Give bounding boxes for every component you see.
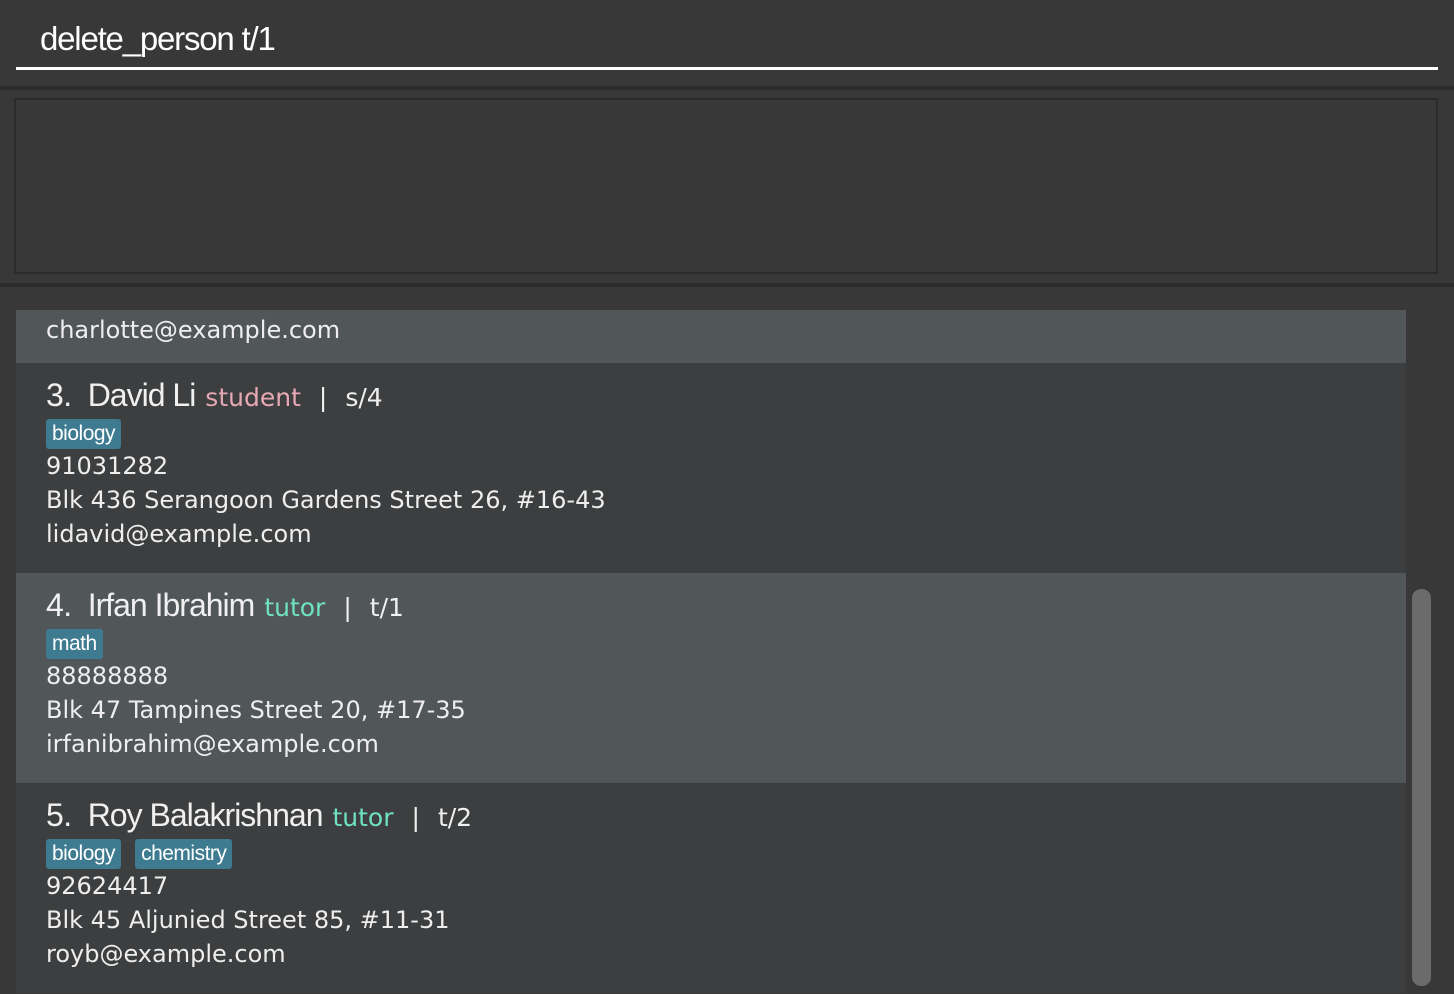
person-code: s/4 (345, 383, 383, 412)
person-header: 5. Roy Balakrishnan tutor | t/2 (46, 797, 1376, 835)
person-address: Blk 45 Aljunied Street 85, #11-31 (46, 906, 450, 934)
result-display[interactable] (14, 98, 1438, 274)
separator: | (318, 383, 328, 412)
person-address: Blk 436 Serangoon Gardens Street 26, #16… (46, 486, 606, 514)
person-email: charlotte@example.com (46, 316, 341, 344)
person-role: tutor (332, 803, 394, 832)
person-header: 3. David Li student | s/4 (46, 377, 1376, 415)
separator: | (411, 803, 420, 832)
person-role: student (205, 383, 301, 412)
person-email: royb@example.com (46, 940, 286, 968)
tag-list: biology chemistry (46, 839, 1376, 869)
divider (0, 283, 1454, 287)
person-header: 4. Irfan Ibrahim tutor | t/1 (46, 587, 1376, 625)
divider (0, 86, 1454, 90)
tag: biology (46, 839, 122, 869)
command-box (0, 0, 1454, 86)
person-card[interactable]: 3. David Li student | s/4 biology 910312… (16, 363, 1406, 573)
person-card[interactable]: charlotte@example.com (16, 310, 1406, 363)
tag: chemistry (135, 839, 233, 869)
person-list[interactable]: charlotte@example.com 3. David Li studen… (16, 310, 1406, 994)
tag-list: math (46, 629, 1376, 659)
person-name: David Li (87, 377, 197, 413)
command-input[interactable] (16, 10, 1438, 70)
person-email: lidavid@example.com (46, 520, 312, 548)
person-phone: 92624417 (46, 872, 169, 900)
person-email: irfanibrahim@example.com (46, 730, 379, 758)
person-index: 4. (46, 587, 72, 623)
tag-list: biology (46, 419, 1376, 449)
person-name: Irfan Ibrahim (87, 587, 256, 623)
scrollbar-thumb[interactable] (1412, 589, 1431, 986)
person-code: t/2 (437, 803, 473, 832)
person-phone: 88888888 (46, 662, 169, 690)
person-index: 5. (46, 797, 72, 833)
person-address: Blk 47 Tampines Street 20, #17-35 (46, 696, 466, 724)
tag: biology (46, 419, 122, 449)
person-code: t/1 (369, 593, 404, 622)
separator: | (343, 593, 352, 622)
person-role: tutor (264, 593, 326, 622)
person-card[interactable]: 4. Irfan Ibrahim tutor | t/1 math 888888… (16, 573, 1406, 783)
person-name: Roy Balakrishnan (87, 797, 324, 833)
person-card[interactable]: 5. Roy Balakrishnan tutor | t/2 biology … (16, 783, 1406, 993)
tag: math (46, 629, 103, 659)
person-index: 3. (46, 377, 72, 413)
person-phone: 91031282 (46, 452, 169, 480)
